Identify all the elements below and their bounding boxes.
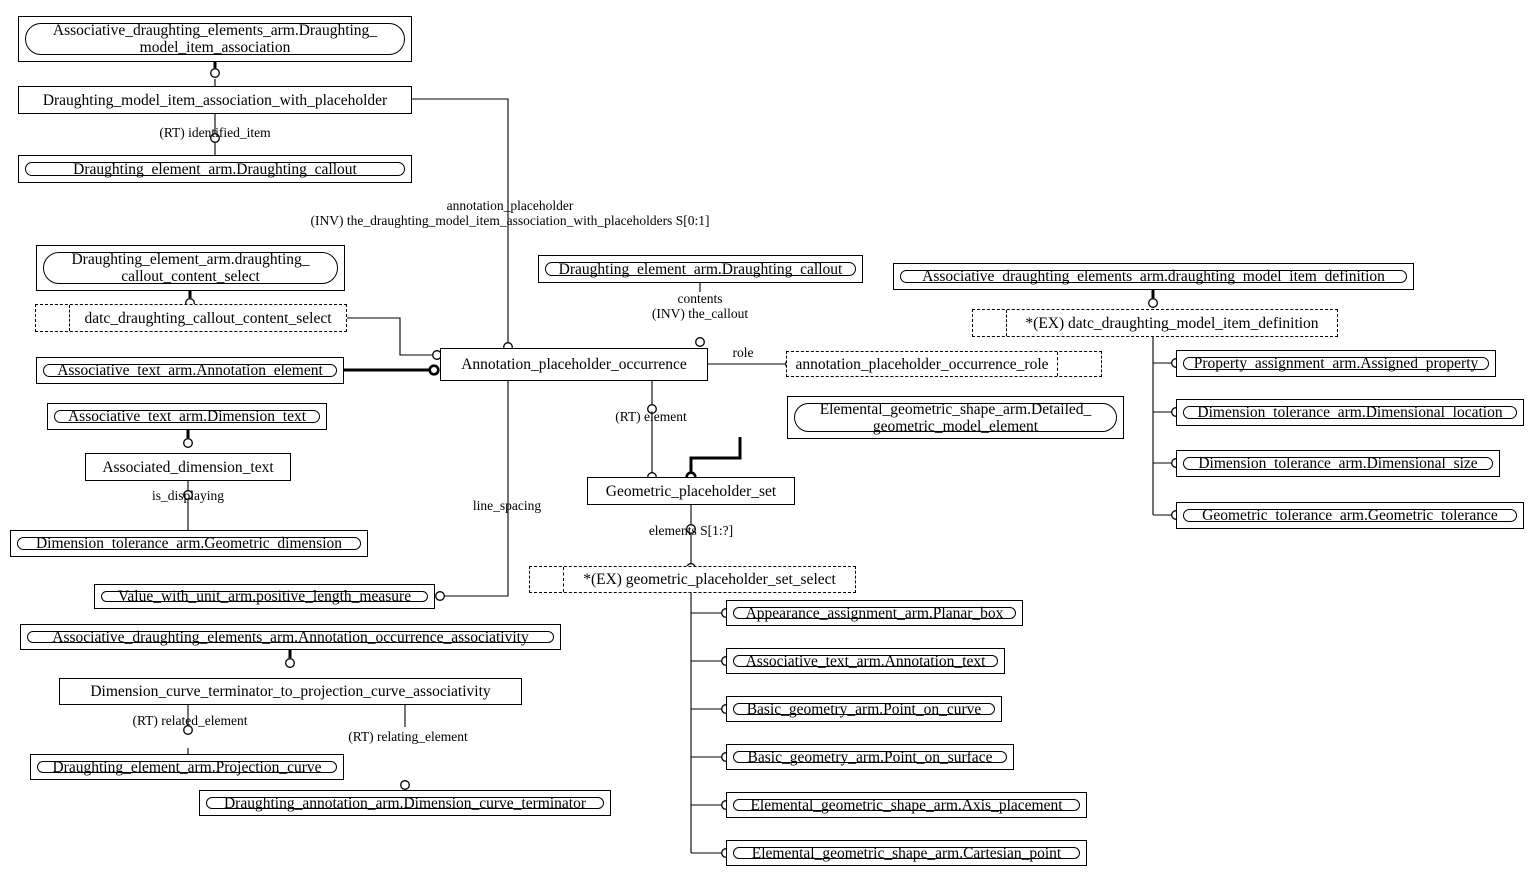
entity-geometric-dimension[interactable]: Dimension_tolerance_arm.Geometric_dimens…: [10, 530, 368, 557]
entity-planar-box[interactable]: Appearance_assignment_arm.Planar_box: [726, 600, 1023, 626]
entity-axis-placement[interactable]: Elemental_geometric_shape_arm.Axis_place…: [726, 792, 1087, 818]
rel-label-elements: elements S[1:?]: [648, 523, 734, 538]
express-g-diagram: Associative_draughting_elements_arm.Drau…: [0, 0, 1539, 878]
entity-label: Associative_text_arm.Annotation_element: [43, 362, 337, 379]
entity-label: Draughting_element_arm.draughting_ callo…: [43, 251, 338, 285]
select-annotation-placeholder-occurrence-role[interactable]: annotation_placeholder_occurrence_role: [786, 351, 1102, 377]
entity-label: Associative_draughting_elements_arm.Drau…: [25, 22, 405, 56]
select-lead-cell: [530, 567, 564, 592]
entity-dimension-curve-terminator[interactable]: Draughting_annotation_arm.Dimension_curv…: [199, 790, 611, 816]
rel-label-role: role: [732, 345, 754, 360]
entity-label: Dimension_curve_terminator_to_projection…: [90, 683, 491, 700]
select-label: *(EX) geometric_placeholder_set_select: [583, 571, 836, 588]
entity-draughting-model-item-definition[interactable]: Associative_draughting_elements_arm.drau…: [893, 263, 1414, 290]
rel-label-identified-item: (RT) identified_item: [159, 125, 271, 140]
entity-label: Value_with_unit_arm.positive_length_meas…: [101, 588, 428, 605]
rel-label-related-element: (RT) related_element: [132, 713, 248, 728]
select-lead-cell: [36, 305, 70, 331]
entity-draughting-model-item-association-with-placeholder[interactable]: Draughting_model_item_association_with_p…: [18, 86, 412, 114]
select-lead-cell: [973, 310, 1007, 336]
entity-projection-curve[interactable]: Draughting_element_arm.Projection_curve: [30, 754, 344, 780]
entity-draughting-model-item-association[interactable]: Associative_draughting_elements_arm.Drau…: [18, 16, 412, 62]
entity-dimension-curve-terminator-to-projection-curve-associativity[interactable]: Dimension_curve_terminator_to_projection…: [59, 678, 522, 705]
entity-label: Draughting_element_arm.Projection_curve: [37, 759, 337, 776]
select-tail-cell: [1057, 352, 1101, 376]
entity-label: Associated_dimension_text: [102, 458, 274, 476]
entity-annotation-element[interactable]: Associative_text_arm.Annotation_element: [36, 357, 344, 384]
entity-dimensional-location[interactable]: Dimension_tolerance_arm.Dimensional_loca…: [1176, 399, 1524, 426]
entity-label: Elemental_geometric_shape_arm.Detailed_ …: [794, 401, 1117, 435]
entity-assigned-property[interactable]: Property_assignment_arm.Assigned_propert…: [1176, 350, 1496, 377]
select-label: annotation_placeholder_occurrence_role: [795, 355, 1049, 373]
entity-draughting-callout-top[interactable]: Draughting_element_arm.Draughting_callou…: [18, 155, 412, 183]
rel-label-annotation-placeholder: annotation_placeholder (INV) the_draught…: [310, 198, 710, 228]
select-label: datc_draughting_callout_content_select: [84, 309, 332, 327]
entity-label: Associative_text_arm.Annotation_text: [733, 653, 998, 670]
entity-label: Basic_geometry_arm.Point_on_curve: [733, 701, 995, 718]
entity-annotation-placeholder-occurrence[interactable]: Annotation_placeholder_occurrence: [440, 348, 708, 381]
entity-label: Elemental_geometric_shape_arm.Cartesian_…: [733, 845, 1080, 862]
entity-draughting-callout-contents[interactable]: Draughting_element_arm.Draughting_callou…: [538, 255, 863, 283]
entity-label: Associative_draughting_elements_arm.Anno…: [27, 629, 554, 646]
rel-label-line-spacing: line_spacing: [472, 498, 542, 513]
entity-label: Geometric_tolerance_arm.Geometric_tolera…: [1183, 507, 1517, 524]
entity-label: Dimension_tolerance_arm.Dimensional_loca…: [1183, 404, 1517, 421]
entity-cartesian-point[interactable]: Elemental_geometric_shape_arm.Cartesian_…: [726, 840, 1087, 866]
rel-label-element: (RT) element: [615, 409, 687, 424]
entity-label: Property_assignment_arm.Assigned_propert…: [1183, 355, 1489, 372]
entity-draughting-callout-content-select[interactable]: Draughting_element_arm.draughting_ callo…: [36, 245, 345, 291]
entity-dimension-text[interactable]: Associative_text_arm.Dimension_text: [47, 403, 327, 430]
entity-label: Dimension_tolerance_arm.Dimensional_size: [1183, 455, 1493, 472]
entity-dimensional-size[interactable]: Dimension_tolerance_arm.Dimensional_size: [1176, 450, 1500, 477]
entity-point-on-curve[interactable]: Basic_geometry_arm.Point_on_curve: [726, 696, 1002, 722]
entity-label: Draughting_annotation_arm.Dimension_curv…: [206, 795, 604, 812]
rel-label-relating-element: (RT) relating_element: [348, 729, 468, 744]
entity-label: Draughting_model_item_association_with_p…: [42, 91, 388, 109]
entity-detailed-geometric-model-element[interactable]: Elemental_geometric_shape_arm.Detailed_ …: [787, 396, 1124, 439]
entity-label: Elemental_geometric_shape_arm.Axis_place…: [733, 797, 1080, 814]
select-label: *(EX) datc_draughting_model_item_definit…: [1025, 314, 1319, 332]
rel-label-contents: contents (INV) the_callout: [651, 291, 749, 321]
entity-geometric-placeholder-set[interactable]: Geometric_placeholder_set: [587, 477, 795, 505]
select-datc-draughting-callout-content-select[interactable]: datc_draughting_callout_content_select: [35, 304, 347, 332]
entity-label: Geometric_placeholder_set: [605, 482, 777, 500]
rel-label-is-displaying: is_displaying: [151, 488, 224, 503]
select-datc-draughting-model-item-definition[interactable]: *(EX) datc_draughting_model_item_definit…: [972, 309, 1338, 337]
entity-associated-dimension-text[interactable]: Associated_dimension_text: [85, 453, 291, 481]
entity-label: Draughting_element_arm.Draughting_callou…: [545, 261, 856, 278]
entity-label: Basic_geometry_arm.Point_on_surface: [733, 749, 1007, 766]
entity-label: Dimension_tolerance_arm.Geometric_dimens…: [17, 535, 361, 552]
entity-annotation-text[interactable]: Associative_text_arm.Annotation_text: [726, 648, 1005, 674]
entity-geometric-tolerance[interactable]: Geometric_tolerance_arm.Geometric_tolera…: [1176, 502, 1524, 529]
entity-annotation-occurrence-associativity[interactable]: Associative_draughting_elements_arm.Anno…: [20, 624, 561, 650]
entity-positive-length-measure[interactable]: Value_with_unit_arm.positive_length_meas…: [94, 584, 435, 609]
entity-label: Associative_text_arm.Dimension_text: [54, 408, 320, 425]
entity-label: Annotation_placeholder_occurrence: [461, 356, 687, 373]
entity-label: Draughting_element_arm.Draughting_callou…: [25, 161, 405, 178]
entity-label: Associative_draughting_elements_arm.drau…: [900, 268, 1407, 285]
entity-label: Appearance_assignment_arm.Planar_box: [733, 605, 1016, 622]
select-geometric-placeholder-set-select[interactable]: *(EX) geometric_placeholder_set_select: [529, 566, 856, 593]
entity-point-on-surface[interactable]: Basic_geometry_arm.Point_on_surface: [726, 744, 1014, 770]
